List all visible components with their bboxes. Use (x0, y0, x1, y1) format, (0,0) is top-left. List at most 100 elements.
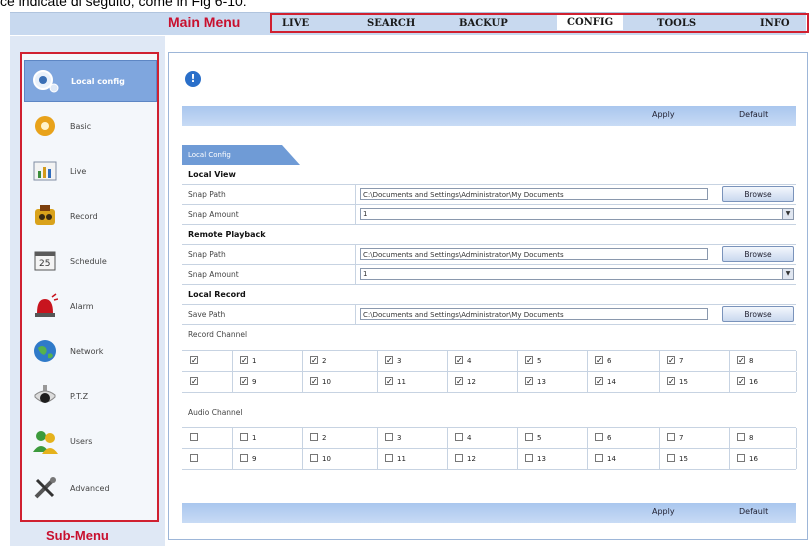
audio-channel-checkbox[interactable] (667, 433, 675, 441)
default-button[interactable]: Default (739, 507, 768, 516)
channel-cell: ✓ (182, 372, 233, 392)
record-channel-checkbox[interactable]: ✓ (525, 356, 533, 365)
sidebar-item-label: Network (70, 346, 104, 356)
sidebar-item-label: Alarm (70, 301, 94, 311)
channel-cell (182, 449, 233, 469)
audio-channel-checkbox[interactable] (240, 454, 248, 462)
record-channel-checkbox[interactable]: ✓ (595, 356, 603, 365)
record-channel-checkbox[interactable]: ✓ (595, 377, 603, 386)
record-channel-checkbox[interactable]: ✓ (737, 377, 745, 386)
field-label: Snap Amount (188, 210, 239, 219)
channel-number: 9 (252, 455, 257, 463)
local-record-save-path-input[interactable]: C:\Documents and Settings\Administrator\… (360, 308, 708, 320)
local-view-snap-amount-select[interactable]: 1 ▼ (360, 208, 794, 220)
audio-channel-checkbox[interactable] (385, 454, 393, 462)
remote-snap-path-row: Snap Path C:\Documents and Settings\Admi… (182, 245, 796, 265)
tab-local-config[interactable]: Local Config (182, 143, 300, 165)
audio-channel-checkbox[interactable] (455, 433, 463, 441)
channel-number: 6 (607, 434, 612, 442)
menu-live[interactable]: LIVE (282, 18, 309, 29)
audio-channel-checkbox[interactable] (595, 454, 603, 462)
record-channel-checkbox[interactable]: ✓ (310, 377, 318, 386)
sidebar-item-schedule[interactable]: 25 Schedule (24, 240, 155, 282)
sidebar-item-record[interactable]: Record (24, 195, 155, 237)
audio-channel-checkbox[interactable] (737, 454, 745, 462)
audio-channel-checkbox[interactable] (595, 433, 603, 441)
sub-menu-label: Sub-Menu (46, 528, 109, 543)
channel-number: 7 (679, 434, 684, 442)
record-channel-checkbox[interactable]: ✓ (737, 356, 745, 365)
audio-channel-checkbox[interactable] (737, 433, 745, 441)
channel-cell: ✓ 11 (377, 372, 448, 392)
bottom-action-bar: Apply Default (182, 503, 796, 523)
record-channel-checkbox[interactable]: ✓ (310, 356, 318, 365)
audio-channel-checkbox[interactable] (240, 433, 248, 441)
record-channel-checkbox[interactable]: ✓ (240, 356, 248, 365)
sidebar-item-alarm[interactable]: Alarm (24, 285, 155, 327)
record-all-checkbox[interactable]: ✓ (190, 377, 198, 386)
record-channel-checkbox[interactable]: ✓ (525, 377, 533, 386)
sidebar-item-label: Users (70, 436, 93, 446)
apply-button[interactable]: Apply (652, 110, 675, 119)
record-channel-checkbox[interactable]: ✓ (240, 377, 248, 386)
channel-row: ✓ ✓ 1 ✓ 2 ✓ 3 ✓ 4 ✓ 5 ✓ 6 ✓ 7 ✓ 8 (182, 351, 797, 372)
record-all-checkbox[interactable]: ✓ (190, 356, 198, 365)
menu-info[interactable]: INFO (760, 18, 790, 29)
section-title: Local Record (188, 290, 246, 299)
channel-number: 14 (607, 378, 616, 386)
sidebar-item-label: Schedule (70, 256, 107, 266)
audio-channel-checkbox[interactable] (525, 433, 533, 441)
audio-channel-checkbox[interactable] (385, 433, 393, 441)
audio-channel-checkbox[interactable] (525, 454, 533, 462)
sidebar-item-basic[interactable]: Basic (24, 105, 155, 147)
audio-channel-label-row: Audio Channel (182, 403, 796, 422)
tools-icon (30, 474, 60, 502)
local-record-browse-button[interactable]: Browse (722, 306, 794, 322)
sidebar-item-network[interactable]: Network (24, 330, 155, 372)
record-channel-checkbox[interactable]: ✓ (455, 377, 463, 386)
field-label: Snap Path (188, 250, 226, 259)
record-channel-checkbox[interactable]: ✓ (385, 356, 393, 365)
channel-cell: ✓ 13 (517, 372, 588, 392)
record-icon (30, 202, 60, 230)
local-record-save-path-row: Save Path C:\Documents and Settings\Admi… (182, 305, 796, 325)
menu-backup[interactable]: BACKUP (459, 18, 508, 29)
audio-all-checkbox[interactable] (190, 433, 198, 441)
audio-channel-checkbox[interactable] (455, 454, 463, 462)
record-channel-checkbox[interactable]: ✓ (385, 377, 393, 386)
section-title: Remote Playback (188, 230, 266, 239)
sidebar-item-ptz[interactable]: P.T.Z (24, 375, 155, 417)
channel-cell (182, 428, 233, 448)
record-channel-checkbox[interactable]: ✓ (455, 356, 463, 365)
remote-snap-path-input[interactable]: C:\Documents and Settings\Administrator\… (360, 248, 708, 260)
audio-channel-checkbox[interactable] (667, 454, 675, 462)
record-channel-checkbox[interactable]: ✓ (667, 356, 675, 365)
config-panel: ! Apply Default Local Config Local View … (168, 52, 808, 540)
channel-cell: 13 (517, 449, 588, 469)
sidebar-item-live[interactable]: Live (24, 150, 155, 192)
local-view-browse-button[interactable]: Browse (722, 186, 794, 202)
channel-number: 5 (537, 434, 542, 442)
audio-all-checkbox[interactable] (190, 454, 198, 462)
alarm-siren-icon (30, 292, 60, 320)
remote-snap-amount-select[interactable]: 1 ▼ (360, 268, 794, 280)
channel-number: 3 (397, 434, 402, 442)
sidebar-item-advanced[interactable]: Advanced (24, 467, 155, 509)
channel-number: 10 (322, 455, 331, 463)
chevron-down-icon[interactable]: ▼ (782, 209, 793, 219)
apply-button[interactable]: Apply (652, 507, 675, 516)
audio-channel-checkbox[interactable] (310, 454, 318, 462)
local-view-snap-path-input[interactable]: C:\Documents and Settings\Administrator\… (360, 188, 708, 200)
menu-tools[interactable]: TOOLS (657, 18, 696, 29)
chevron-down-icon[interactable]: ▼ (782, 269, 793, 279)
default-button[interactable]: Default (739, 110, 768, 119)
sidebar-item-local-config[interactable]: Local config (24, 60, 157, 102)
audio-channel-checkbox[interactable] (310, 433, 318, 441)
record-channel-checkbox[interactable]: ✓ (667, 377, 675, 386)
menu-config[interactable]: CONFIG (557, 15, 624, 30)
remote-browse-button[interactable]: Browse (722, 246, 794, 262)
channel-cell: ✓ 8 (729, 351, 797, 371)
menu-search[interactable]: SEARCH (367, 18, 415, 29)
sidebar-item-users[interactable]: Users (24, 420, 155, 462)
sidebar-item-label: Basic (70, 121, 92, 131)
